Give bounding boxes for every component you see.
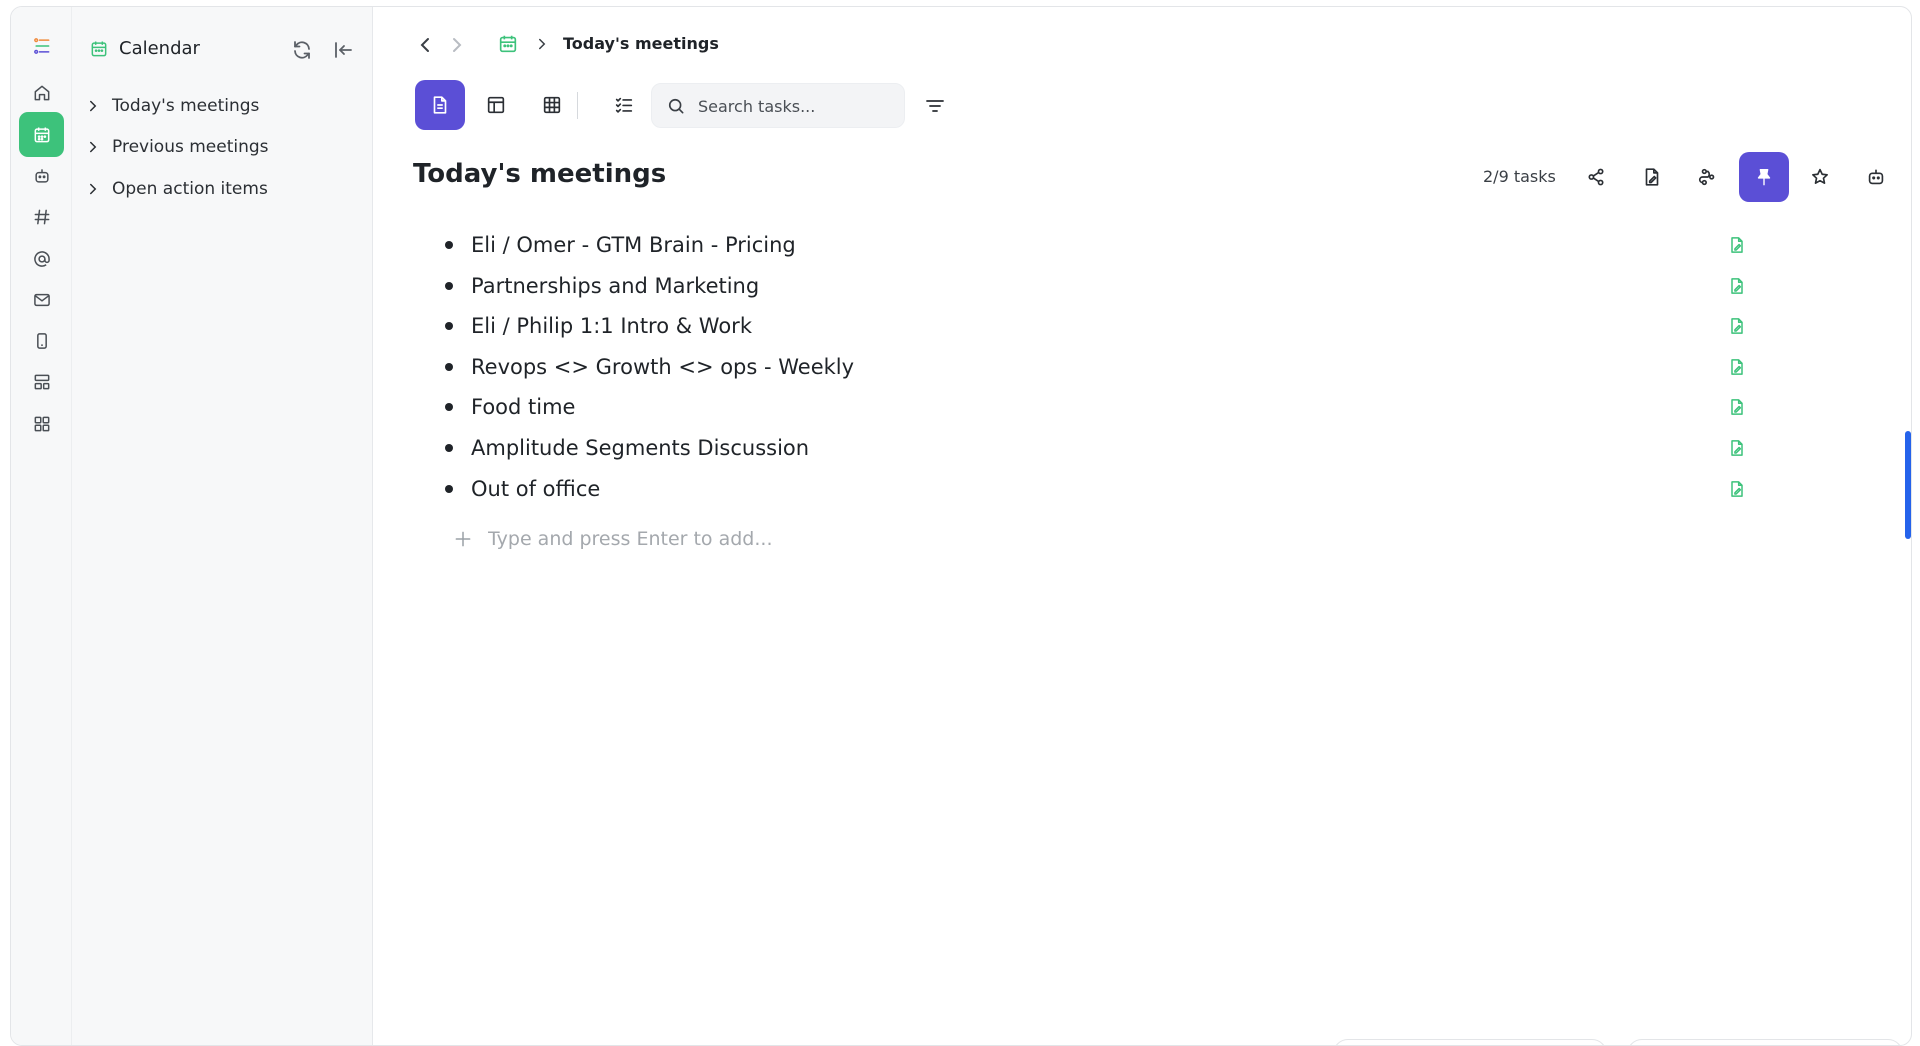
sidebar-item-label: Open action items <box>112 179 268 199</box>
task-label[interactable]: Eli / Omer - GTM Brain - Pricing <box>471 233 796 257</box>
bottom-panel-right[interactable] <box>1627 1039 1903 1045</box>
calendar-icon[interactable] <box>19 112 64 157</box>
main-content: Today's meetings Today's meetings 2/9 ta… <box>373 7 1911 1045</box>
list-item[interactable]: Partnerships and Marketing <box>445 266 1745 307</box>
bot-icon <box>1868 169 1884 185</box>
list-item[interactable]: Out of office <box>445 469 1745 510</box>
table-icon <box>543 96 561 114</box>
edit-document-icon <box>1645 168 1659 186</box>
task-label[interactable]: Revops <> Growth <> ops - Weekly <box>471 355 854 379</box>
back-arrow-icon[interactable] <box>413 33 437 57</box>
document-view-button[interactable] <box>415 80 465 130</box>
search-icon <box>668 98 684 114</box>
app-window: Calendar Today's meetings Previous meeti… <box>10 6 1912 1046</box>
meeting-notes-icon[interactable] <box>1727 316 1747 336</box>
home-icon[interactable] <box>19 70 64 115</box>
add-task-row[interactable] <box>453 525 1053 555</box>
checklist-view-button[interactable] <box>599 80 649 130</box>
meeting-notes-icon[interactable] <box>1727 235 1747 255</box>
task-label[interactable]: Eli / Philip 1:1 Intro & Work <box>471 314 752 338</box>
logo-icon[interactable] <box>19 23 64 68</box>
filter-icon[interactable] <box>923 94 947 118</box>
layout-icon[interactable] <box>19 359 64 404</box>
meeting-notes-icon[interactable] <box>1727 397 1747 417</box>
table-view-button[interactable] <box>527 80 577 130</box>
bullet <box>445 484 453 493</box>
sidebar-title: Calendar <box>119 38 200 59</box>
bullet <box>445 443 453 452</box>
edit-document-button[interactable] <box>1627 152 1677 202</box>
share-icon <box>1588 168 1604 186</box>
calendar-icon <box>91 41 107 57</box>
add-task-input[interactable] <box>488 525 988 553</box>
search-input[interactable] <box>698 94 894 118</box>
mail-icon[interactable] <box>19 277 64 322</box>
checklist-icon <box>615 97 633 113</box>
task-label[interactable]: Amplitude Segments Discussion <box>471 436 809 460</box>
forward-arrow-icon[interactable] <box>445 33 469 57</box>
sidebar-item-open-action-items[interactable]: Open action items <box>72 170 372 208</box>
collapse-sidebar-icon[interactable] <box>331 38 355 62</box>
hash-icon[interactable] <box>19 194 64 239</box>
workflow-button[interactable] <box>1683 152 1733 202</box>
refresh-icon[interactable] <box>290 38 314 62</box>
task-label[interactable]: Partnerships and Marketing <box>471 274 759 298</box>
task-label[interactable]: Food time <box>471 395 575 419</box>
phone-icon[interactable] <box>19 318 64 363</box>
plus-icon[interactable] <box>453 529 473 549</box>
sidebar-item-previous-meetings[interactable]: Previous meetings <box>72 128 372 166</box>
task-count: 2/9 tasks <box>1483 167 1556 186</box>
bullet <box>445 281 453 290</box>
pin-button[interactable] <box>1739 152 1789 202</box>
list-item[interactable]: Food time <box>445 387 1745 428</box>
pin-icon <box>1757 168 1771 186</box>
calendar-icon[interactable] <box>497 33 519 55</box>
list-item[interactable]: Eli / Philip 1:1 Intro & Work <box>445 306 1745 347</box>
toolbar-divider <box>577 92 578 119</box>
sidebar-item-label: Today's meetings <box>112 96 260 116</box>
search-box[interactable] <box>651 83 905 128</box>
bottom-panel-left[interactable] <box>1333 1039 1607 1045</box>
ai-assistant-button[interactable] <box>1851 152 1901 202</box>
task-label[interactable]: Out of office <box>471 477 600 501</box>
breadcrumb-title[interactable]: Today's meetings <box>563 34 719 53</box>
favorite-button[interactable] <box>1795 152 1845 202</box>
meeting-notes-icon[interactable] <box>1727 438 1747 458</box>
share-button[interactable] <box>1571 152 1621 202</box>
bullet <box>445 241 453 249</box>
list-item[interactable]: Revops <> Growth <> ops - Weekly <box>445 347 1745 388</box>
sidebar-header: Calendar <box>72 29 372 69</box>
list-item[interactable]: Eli / Omer - GTM Brain - Pricing <box>445 225 1745 266</box>
at-icon[interactable] <box>19 236 64 281</box>
task-list: Eli / Omer - GTM Brain - Pricing Partner… <box>445 225 1745 509</box>
meeting-notes-icon[interactable] <box>1727 276 1747 296</box>
sidebar-item-label: Previous meetings <box>112 137 269 157</box>
list-item[interactable]: Amplitude Segments Discussion <box>445 428 1745 469</box>
board-icon <box>487 96 505 114</box>
chevron-right-icon <box>539 38 546 50</box>
apps-icon[interactable] <box>19 401 64 446</box>
workflow-icon <box>1698 168 1715 186</box>
bullet <box>445 403 453 412</box>
bot-icon[interactable] <box>19 153 64 198</box>
sidebar-item-todays-meetings[interactable]: Today's meetings <box>72 87 372 125</box>
scroll-indicator[interactable] <box>1905 431 1911 539</box>
chevron-right-icon[interactable] <box>84 97 102 115</box>
star-icon <box>1812 168 1828 184</box>
bullet <box>445 362 453 371</box>
icon-rail <box>11 7 72 1045</box>
page-title: Today's meetings <box>413 159 667 189</box>
bullet <box>445 322 453 331</box>
chevron-right-icon[interactable] <box>84 138 102 156</box>
meeting-notes-icon[interactable] <box>1727 357 1747 377</box>
board-view-button[interactable] <box>471 80 521 130</box>
chevron-right-icon[interactable] <box>84 180 102 198</box>
meeting-notes-icon[interactable] <box>1727 479 1747 499</box>
sidebar: Calendar Today's meetings Previous meeti… <box>72 7 373 1045</box>
document-icon <box>433 96 447 114</box>
